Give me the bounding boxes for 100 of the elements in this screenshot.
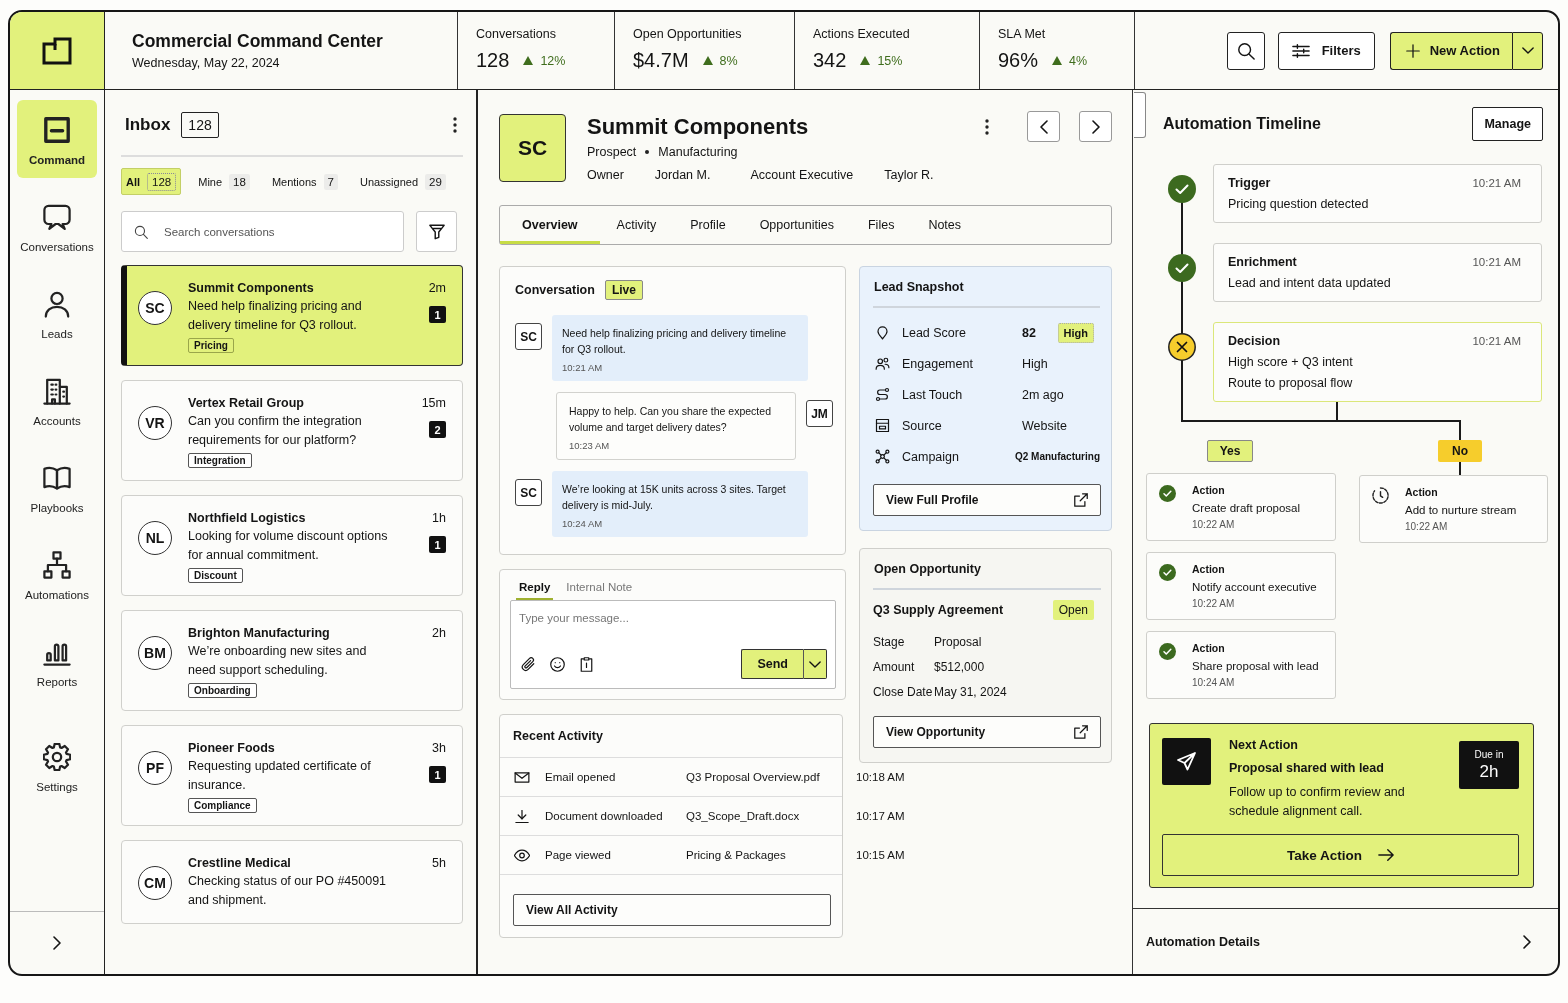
view-opportunity-button[interactable]: View Opportunity (873, 716, 1101, 748)
trend-up-icon (1052, 56, 1063, 65)
contact-name: Brighton Manufacturing (188, 625, 330, 642)
composer-tab[interactable]: Internal Note (563, 576, 636, 600)
send-button[interactable]: Send (741, 649, 804, 679)
nav-item[interactable]: Conversations (17, 187, 97, 265)
new-action-menu-button[interactable] (1512, 31, 1543, 70)
collapse-handle[interactable] (1134, 92, 1146, 138)
send-options-button[interactable] (804, 649, 827, 679)
nav-item[interactable]: Reports (17, 622, 97, 700)
contact-name: Crestline Medical (188, 855, 291, 872)
manage-button[interactable]: Manage (1472, 107, 1543, 141)
plus-icon (1405, 43, 1420, 58)
conversation-card[interactable]: BM Brighton Manufacturing We’re onboarding new sites and need support scheduling. Onboarding 2h (121, 610, 463, 711)
field-value: Website (1022, 418, 1067, 433)
message-preview: Requesting updated certificate of insurance. (188, 758, 372, 794)
activity-item: Pricing & Packages (686, 849, 787, 861)
search-field[interactable]: Search conversations (121, 211, 404, 252)
conversation-card[interactable]: VR Vertex Retail Group Can you confirm the integration requirements for our platform? Integration 15m 2 (121, 380, 463, 481)
action-title: Action (1405, 485, 1438, 499)
topic-tag: Discount (188, 568, 243, 583)
next-button[interactable] (1079, 111, 1112, 142)
due-label: Due in (1474, 748, 1504, 760)
chevron-right-icon (1523, 934, 1531, 949)
field-label: Owner (587, 168, 624, 182)
stat-value: 96% (998, 49, 1039, 72)
bullet-icon (645, 150, 650, 154)
field-label: Stage (873, 634, 906, 649)
nav-item[interactable]: Automations (17, 535, 97, 613)
step-text: Pricing question detected (1228, 196, 1369, 212)
filter-button[interactable] (416, 211, 457, 252)
composer-box[interactable]: Type your message... Send (510, 600, 836, 689)
conversation-card[interactable]: CM Crestline Medical Checking status of our PO #450091 and shipment. 5h (121, 840, 463, 924)
nav-item[interactable]: Command (17, 100, 97, 178)
conversation-card[interactable]: NL Northfield Logistics Looking for volume discount options for annual commitment. Discount 1h 1 (121, 495, 463, 596)
clipboard-icon[interactable] (579, 656, 594, 672)
activity-time: 10:18 AM (856, 771, 904, 783)
activity-event: Document downloaded (545, 810, 664, 822)
step-title: Decision (1228, 333, 1281, 349)
stat-value: 342 (813, 49, 847, 72)
message-text: We’re looking at 15K units across 3 sites. Target delivery is mid-July. (562, 482, 787, 513)
nav-item[interactable]: Settings (17, 727, 97, 805)
nav-item[interactable]: Leads (17, 274, 97, 352)
stat-value: $4.7M (633, 49, 689, 72)
message-preview: Can you confirm the integration requirements for our platform? (188, 413, 363, 449)
stat-change: 12% (540, 53, 566, 68)
caret-down-icon (1521, 47, 1534, 54)
message-preview: Looking for volume discount options for annual commitment. (188, 528, 389, 564)
more-icon[interactable] (453, 116, 457, 133)
stat-label: Conversations (476, 27, 556, 41)
paperclip-icon[interactable] (521, 656, 536, 672)
search-button[interactable] (1226, 31, 1265, 70)
view-all-button[interactable]: View All Activity (513, 894, 831, 926)
stat-change: 15% (877, 53, 903, 68)
person-icon (43, 290, 71, 318)
avatar-initials: SC (138, 291, 172, 325)
search-icon (134, 224, 148, 239)
branch-label: Yes (1207, 440, 1253, 462)
filter-chip[interactable]: Unassigned 29 (354, 168, 451, 195)
more-icon[interactable] (985, 118, 989, 135)
next-action-title: Next Action (1229, 738, 1298, 752)
tab[interactable]: Files (851, 206, 912, 244)
nav-item[interactable]: Playbooks (17, 448, 97, 526)
status-badge: Live (604, 280, 643, 300)
trend-up-icon (860, 56, 871, 65)
message-input[interactable]: Type your message... (511, 601, 835, 643)
time-text: 1h (432, 510, 446, 527)
time-text: 15m (421, 395, 446, 412)
download-icon (514, 809, 530, 823)
smiley-icon[interactable] (550, 656, 565, 672)
activity-event: Page viewed (545, 849, 612, 861)
previous-button[interactable] (1027, 111, 1060, 142)
automation-details-button[interactable]: Automation Details (1133, 908, 1558, 974)
field-value: Proposal (934, 634, 982, 649)
take-action-button[interactable]: Take Action (1162, 834, 1519, 876)
conversation-card[interactable]: SC Summit Components Need help finalizing pricing and delivery timeline for Q3 rollout. Pricing 2m 1 (121, 265, 463, 366)
paper-plane-icon (1162, 738, 1211, 785)
chevron-right-icon[interactable] (53, 936, 61, 950)
tab[interactable]: Notes (911, 206, 979, 244)
window-icon (43, 116, 71, 144)
people-icon (875, 356, 890, 371)
filter-chip[interactable]: Mentions 7 (266, 168, 343, 195)
tab[interactable]: Activity (599, 206, 674, 244)
view-profile-button[interactable]: View Full Profile (873, 484, 1101, 516)
envelope-icon (514, 770, 530, 784)
stat-label: Actions Executed (813, 27, 910, 41)
nav-item[interactable]: Accounts (17, 361, 97, 439)
filter-chip[interactable]: All 128 (121, 168, 182, 195)
filters-button[interactable]: Filters (1277, 31, 1375, 70)
tab[interactable]: Opportunities (742, 206, 851, 244)
new-action-button[interactable]: New Action (1389, 31, 1512, 70)
filter-chip[interactable]: Mine 18 (193, 168, 255, 195)
search-input[interactable]: Search conversations (162, 224, 393, 239)
sender-avatar: SC (515, 479, 542, 506)
step-text: Route to proposal flow (1228, 375, 1353, 391)
conversation-card[interactable]: PF Pioneer Foods Requesting updated certificate of insurance. Compliance 3h 1 (121, 725, 463, 826)
step-time: 10:21 AM (1472, 177, 1521, 189)
message-preview: We’re onboarding new sites and need support scheduling. (188, 643, 368, 679)
tab[interactable]: Profile (673, 206, 743, 244)
tab[interactable]: Overview (500, 206, 600, 244)
